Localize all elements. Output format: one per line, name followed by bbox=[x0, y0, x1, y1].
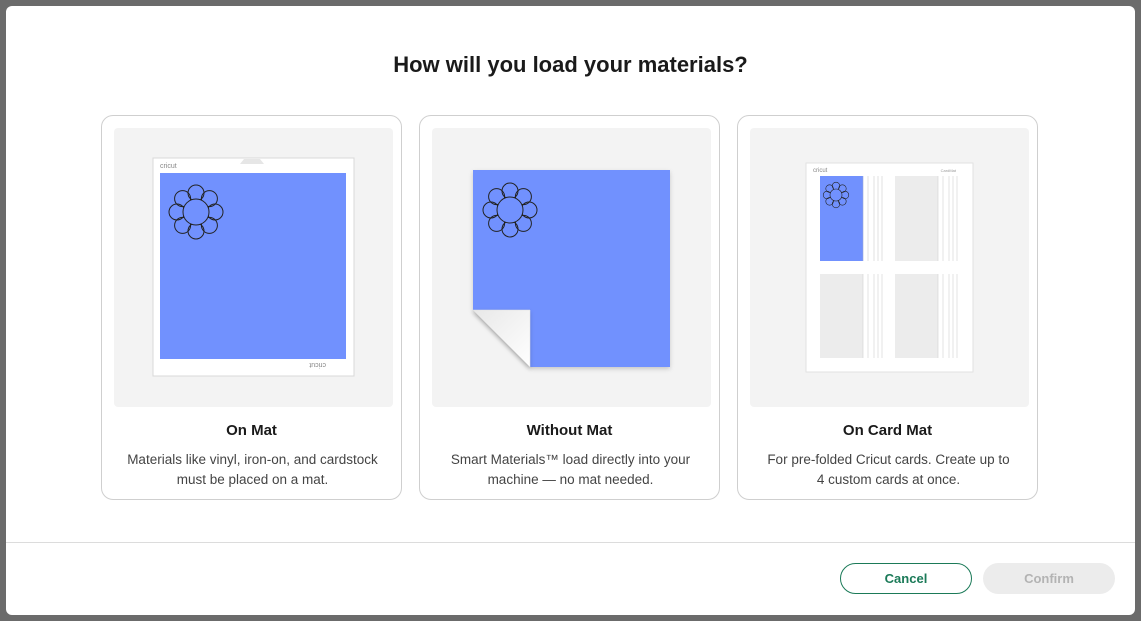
on-mat-illustration: cricut cricut bbox=[114, 128, 393, 407]
cancel-button[interactable]: Cancel bbox=[840, 563, 972, 594]
option-title: Without Mat bbox=[526, 422, 613, 439]
option-card-on-mat[interactable]: cricut cricut On Mat Materials like viny… bbox=[101, 115, 402, 500]
mat-brand-label: cricut bbox=[160, 163, 177, 170]
option-description: Smart Materials™ load directly into your… bbox=[450, 452, 691, 487]
dialog-title: How will you load your materials? bbox=[393, 52, 748, 77]
option-card-on-card-mat[interactable]: cricut CardMat On Card Mat For pre-folde… bbox=[737, 115, 1038, 500]
confirm-button[interactable]: Confirm bbox=[983, 563, 1115, 594]
card-mat-illustration: cricut CardMat bbox=[750, 128, 1029, 407]
without-mat-illustration bbox=[432, 128, 711, 407]
load-materials-dialog: How will you load your materials? cricut… bbox=[6, 6, 1135, 615]
footer-divider bbox=[6, 542, 1135, 543]
option-description: Materials like vinyl, iron-on, and cards… bbox=[127, 452, 378, 487]
option-card-without-mat[interactable]: Without Mat Smart Materials™ load direct… bbox=[419, 115, 720, 500]
option-title: On Mat bbox=[226, 422, 277, 439]
option-title: On Card Mat bbox=[842, 422, 933, 439]
card-mat-label: CardMat bbox=[941, 168, 957, 173]
card-mat-brand-label: cricut bbox=[813, 168, 828, 174]
mat-brand-label-rotated: cricut bbox=[309, 361, 326, 368]
option-description: For pre-folded Cricut cards. Create up t… bbox=[767, 452, 1010, 487]
